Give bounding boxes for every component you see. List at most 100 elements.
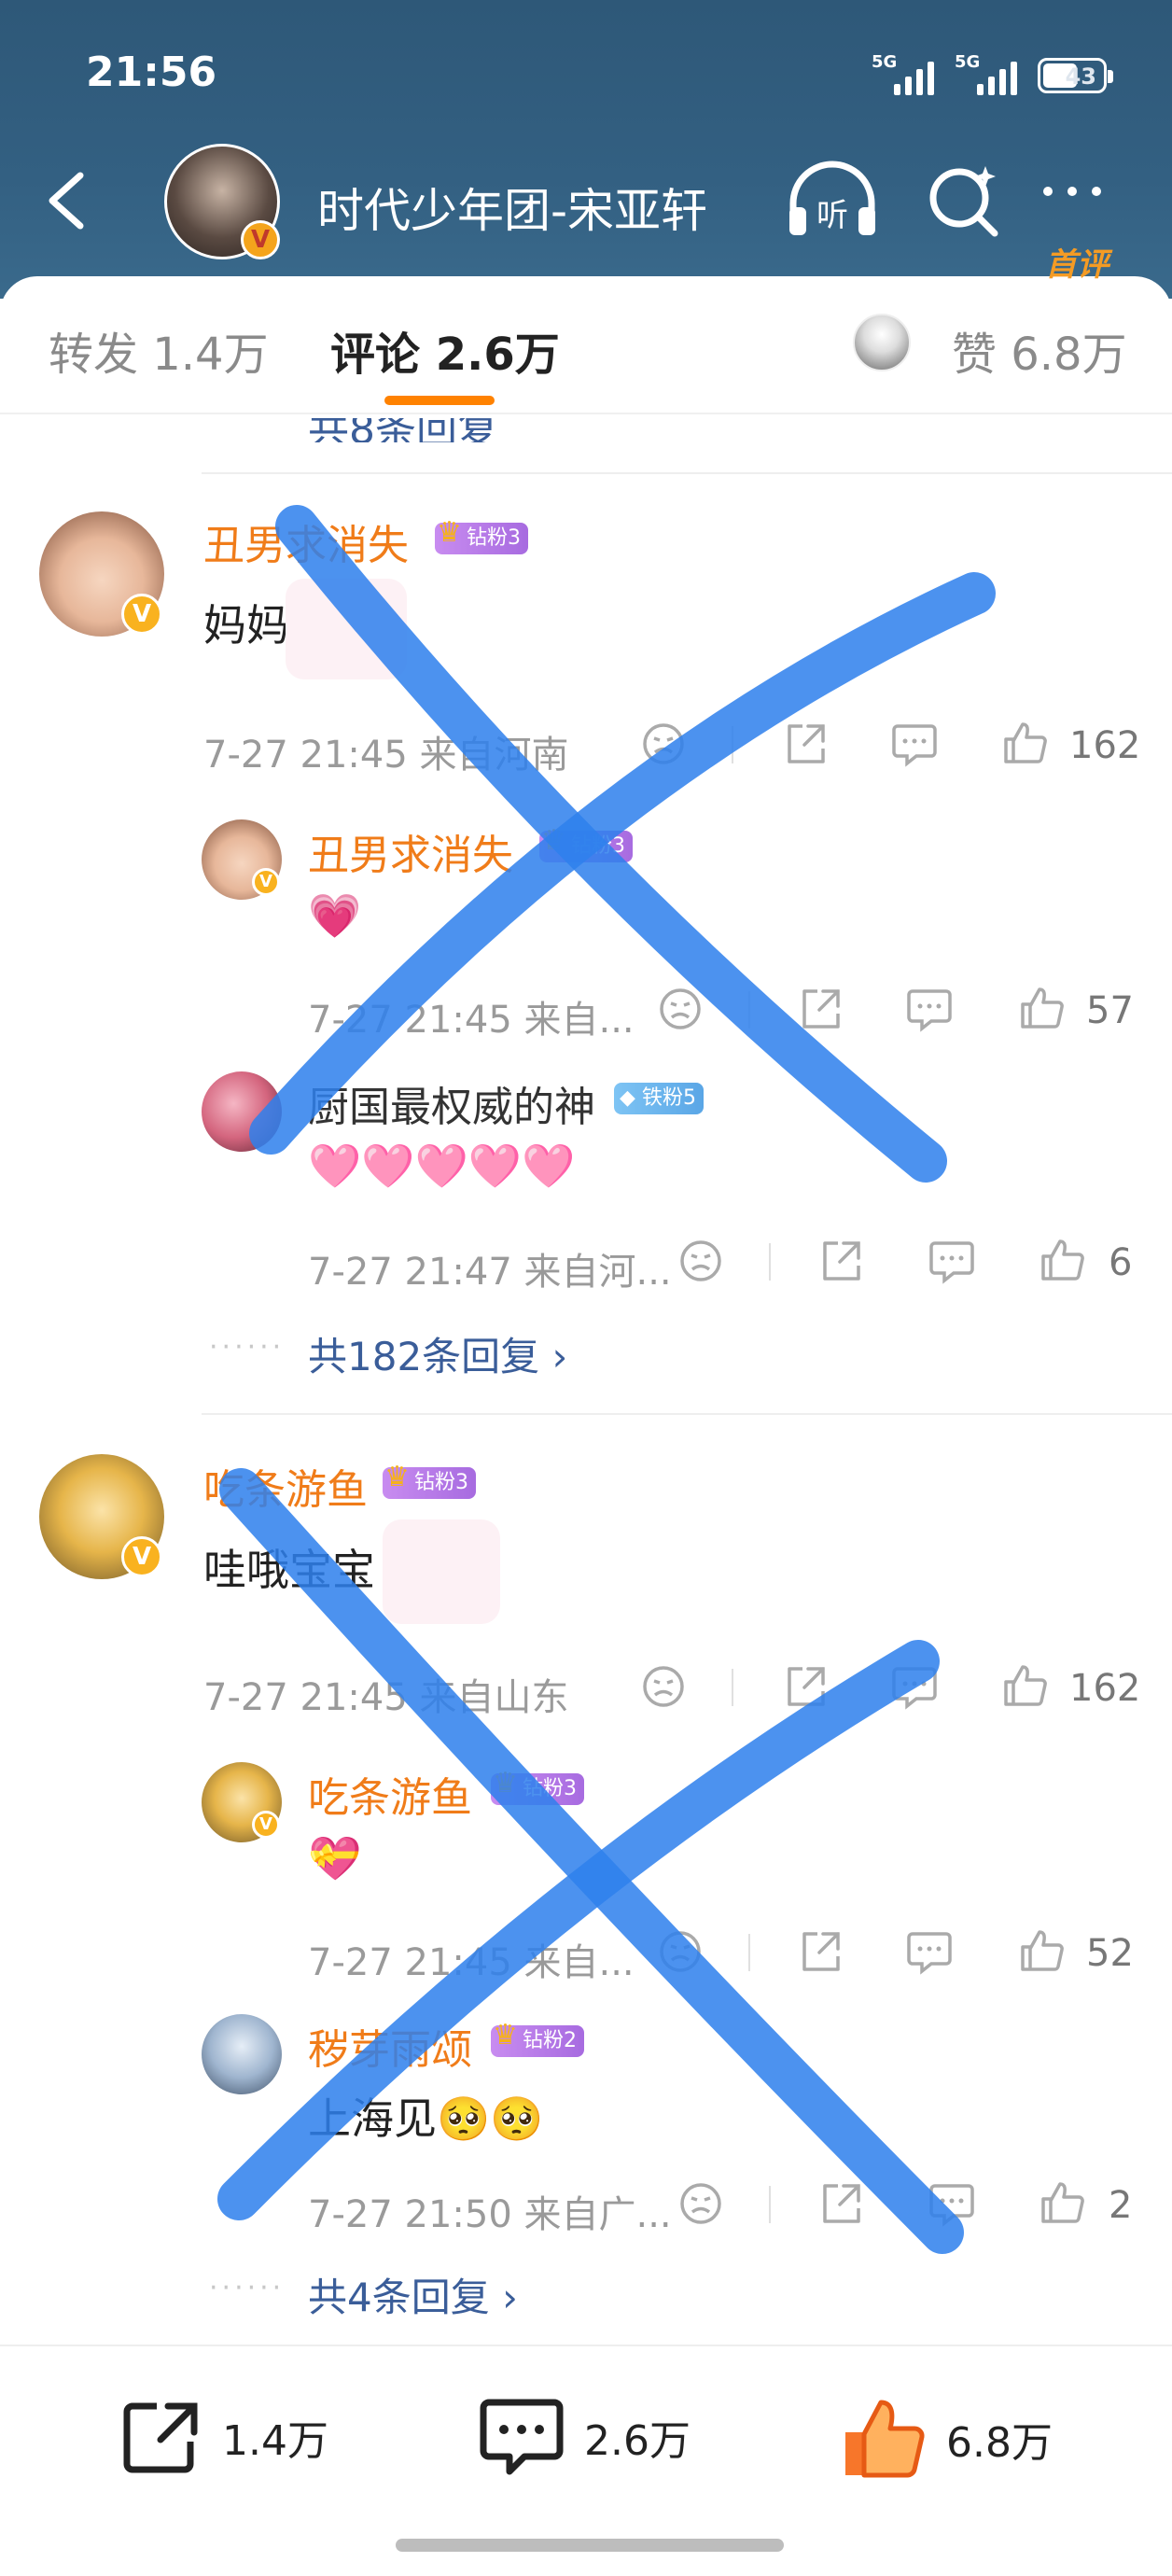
verified-badge-icon: V	[241, 220, 280, 259]
reply-icon[interactable]	[928, 2180, 976, 2231]
divider	[202, 1413, 1172, 1415]
dislike-icon[interactable]	[677, 2180, 724, 2231]
fan-badge: ♛ 钻粉3	[491, 1768, 584, 1805]
partial-more-replies[interactable]: 共8条回复	[308, 418, 681, 442]
back-button[interactable]	[39, 168, 95, 233]
crown-icon: ♛	[437, 516, 462, 549]
divider	[202, 472, 1172, 474]
separator	[769, 2186, 771, 2223]
username[interactable]: 吃条游鱼	[203, 1456, 368, 1516]
separator	[732, 726, 733, 763]
comment-meta: 7-27 21:45 来自...	[308, 999, 635, 1042]
fan-badge: ♛ 钻粉2	[491, 2020, 584, 2057]
like-icon[interactable]	[1017, 1926, 1066, 1979]
share-icon	[123, 2402, 198, 2473]
separator	[748, 991, 750, 1029]
username[interactable]: 吃条游鱼	[308, 1764, 472, 1824]
top-comment-badge: 首评	[1045, 246, 1109, 284]
fan-badge: ♛ 钻粉3	[383, 1462, 476, 1499]
tab-indicator	[384, 396, 495, 405]
like-count: 162	[1069, 1667, 1141, 1710]
crown-icon: ♛	[541, 824, 566, 857]
share-icon[interactable]	[782, 1663, 829, 1714]
gem-icon: ◆	[620, 1086, 635, 1110]
separator	[748, 1934, 750, 1971]
dislike-icon[interactable]	[657, 986, 704, 1036]
comment-text: 💝	[308, 1833, 362, 1883]
comment-meta: 7-27 21:45 来自河南	[203, 734, 569, 777]
signal-icon: 5G	[872, 52, 934, 95]
like-icon[interactable]	[1000, 719, 1049, 771]
crown-icon: ♛	[493, 1767, 518, 1799]
comment-meta: 7-27 21:50 来自广...	[308, 2193, 672, 2236]
sticker-image	[286, 579, 407, 679]
avatar[interactable]	[202, 2014, 282, 2094]
separator	[732, 1669, 733, 1706]
username[interactable]: 丑男求消失	[308, 821, 513, 881]
comment-button[interactable]: 2.6万	[478, 2397, 691, 2477]
more-options-button[interactable]	[1043, 187, 1101, 196]
verified-badge-icon: V	[252, 1811, 280, 1839]
comment-text: 上海见🥺🥺	[308, 2093, 544, 2144]
battery-icon: 43	[1038, 58, 1113, 93]
search-button[interactable]	[924, 161, 1002, 239]
like-count: 57	[1086, 989, 1134, 1032]
verified-badge-icon: V	[121, 1536, 162, 1577]
tab-comments[interactable]: 评论 2.6万	[330, 317, 560, 383]
comment-text: 哇哦宝宝	[203, 1545, 375, 1595]
listen-button[interactable]: 听	[784, 161, 881, 239]
author-name[interactable]: 时代少年团-宋亚轩	[317, 174, 707, 241]
status-icons: 5G 5G 43	[872, 52, 1113, 95]
thumbs-up-icon	[845, 2400, 925, 2478]
share-icon[interactable]	[817, 2180, 864, 2231]
like-count: 52	[1086, 1932, 1134, 1975]
tab-likes[interactable]: 赞 6.8万	[952, 317, 1127, 383]
liker-avatar	[853, 314, 911, 371]
verified-badge-icon: V	[252, 868, 280, 896]
more-replies-link[interactable]: 共4条回复 ›	[308, 2266, 518, 2323]
share-icon[interactable]	[797, 986, 844, 1036]
tab-bar: 转发 1.4万 评论 2.6万 赞 6.8万	[0, 276, 1172, 414]
comment-text: 妈妈	[203, 600, 289, 651]
reply-icon[interactable]	[890, 1663, 939, 1714]
verified-badge-icon: V	[121, 594, 162, 635]
like-icon[interactable]	[1038, 2178, 1086, 2231]
top-header: 21:56 5G 5G 43 V 时代少年团-宋亚轩 听	[0, 0, 1172, 299]
username[interactable]: 秽芽雨颂	[308, 2016, 472, 2076]
avatar[interactable]	[202, 1071, 282, 1152]
reply-icon[interactable]	[928, 1238, 976, 1288]
dislike-icon[interactable]	[640, 721, 687, 771]
dislike-icon[interactable]	[657, 1928, 704, 1979]
separator	[769, 1243, 771, 1281]
comment-icon	[480, 2399, 564, 2475]
fan-badge: ♛ 钻粉3	[435, 517, 528, 554]
share-icon[interactable]	[782, 721, 829, 771]
share-icon[interactable]	[797, 1928, 844, 1979]
comment-meta: 7-27 21:45 来自山东	[203, 1676, 569, 1719]
like-icon[interactable]	[1000, 1661, 1049, 1714]
fan-badge: ♛ 钻粉3	[539, 825, 633, 862]
like-icon[interactable]	[1038, 1236, 1086, 1288]
username[interactable]: 厨国最权威的神	[308, 1073, 595, 1133]
share-icon[interactable]	[817, 1238, 864, 1288]
dislike-icon[interactable]	[640, 1663, 687, 1714]
repost-button[interactable]: 1.4万	[119, 2397, 328, 2477]
comment-text: 💗	[308, 890, 362, 941]
crown-icon: ♛	[493, 2019, 518, 2051]
sticker-image	[383, 1519, 500, 1624]
fan-badge: ◆ 铁粉5	[614, 1083, 704, 1114]
more-replies-link[interactable]: 共182条回复 ›	[308, 1325, 567, 1382]
tab-repost[interactable]: 转发 1.4万	[49, 317, 269, 383]
status-time: 21:56	[86, 49, 217, 96]
reply-icon[interactable]	[890, 721, 939, 771]
username[interactable]: 丑男求消失	[203, 511, 409, 571]
dislike-icon[interactable]	[677, 1238, 724, 1288]
comment-meta: 7-27 21:45 来自...	[308, 1941, 635, 1984]
comment-text: 🩷🩷🩷🩷🩷	[308, 1141, 576, 1191]
like-button[interactable]: 6.8万	[840, 2397, 1053, 2481]
reply-icon[interactable]	[905, 1928, 954, 1979]
crown-icon: ♛	[384, 1461, 410, 1493]
like-icon[interactable]	[1017, 984, 1066, 1036]
reply-icon[interactable]	[905, 986, 954, 1036]
like-count: 2	[1109, 2184, 1133, 2227]
